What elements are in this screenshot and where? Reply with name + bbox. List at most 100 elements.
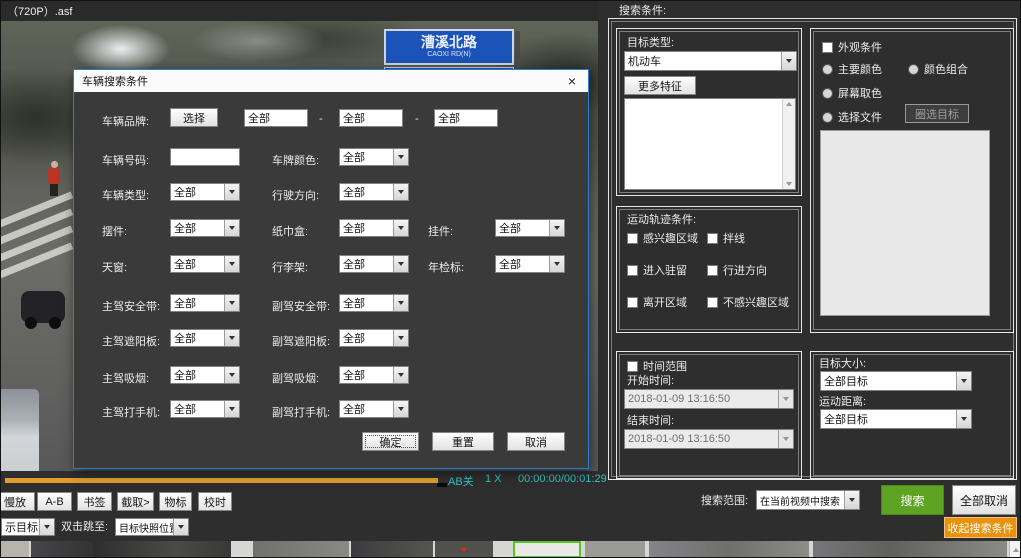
chevron-down-icon[interactable]	[224, 401, 239, 417]
checkbox-icon[interactable]	[707, 265, 718, 276]
chevron-down-icon[interactable]	[224, 295, 239, 311]
ok-button[interactable]: 确定	[362, 432, 419, 451]
results-thumbnail-strip[interactable]	[1, 541, 1009, 558]
chevron-down-icon[interactable]	[224, 330, 239, 346]
pendant-dropdown[interactable]: 全部	[495, 219, 565, 237]
checkbox-icon[interactable]	[627, 233, 638, 244]
chevron-down-icon[interactable]	[393, 401, 408, 417]
enter-stay-checkbox[interactable]: 进入驻留	[627, 262, 687, 278]
direction-dropdown[interactable]: 全部	[339, 183, 409, 201]
show-target-dropdown[interactable]: 示目标	[1, 518, 55, 536]
ornament-dropdown[interactable]: 全部	[170, 219, 240, 237]
passenger-visor-dropdown[interactable]: 全部	[339, 329, 409, 347]
inspection-dropdown[interactable]: 全部	[495, 255, 565, 273]
thumbnail[interactable]	[351, 541, 433, 558]
screen-pick-radio[interactable]: 屏幕取色	[822, 85, 882, 101]
passenger-belt-dropdown[interactable]: 全部	[339, 294, 409, 312]
target-type-dropdown[interactable]: 机动车	[624, 51, 797, 71]
chevron-down-icon[interactable]	[224, 256, 239, 272]
target-size-dropdown[interactable]: 全部目标	[820, 371, 972, 391]
thumbnail[interactable]	[93, 541, 231, 558]
appearance-checkbox[interactable]: 外观条件	[822, 39, 882, 55]
chevron-down-icon[interactable]	[549, 220, 564, 236]
radio-icon[interactable]	[822, 64, 833, 75]
chevron-down-icon[interactable]	[549, 256, 564, 272]
chevron-down-icon[interactable]	[393, 367, 408, 383]
checkbox-icon[interactable]	[707, 233, 718, 244]
chevron-down-icon[interactable]	[393, 295, 408, 311]
plate-color-dropdown[interactable]: 全部	[339, 148, 409, 166]
close-icon[interactable]: ×	[564, 74, 580, 88]
brand-select-button[interactable]: 选择	[170, 108, 218, 127]
thumbnail[interactable]	[31, 541, 93, 558]
chevron-down-icon[interactable]	[393, 220, 408, 236]
chevron-down-icon[interactable]	[781, 52, 796, 70]
tissue-box-dropdown[interactable]: 全部	[339, 219, 409, 237]
thumbnail[interactable]	[585, 541, 645, 558]
thumbnail[interactable]	[253, 541, 349, 558]
roi-checkbox[interactable]: 感兴趣区域	[627, 230, 698, 246]
color-combo-radio[interactable]: 颜色组合	[908, 61, 968, 77]
search-scope-dropdown[interactable]: 在当前视频中搜索	[756, 490, 860, 510]
leave-area-checkbox[interactable]: 离开区域	[627, 294, 687, 310]
select-file-radio[interactable]: 选择文件	[822, 109, 882, 125]
ab-repeat-button[interactable]: A-B	[37, 492, 72, 511]
more-features-button[interactable]: 更多特征	[624, 76, 696, 95]
collapse-conditions-button[interactable]: 收起搜索条件	[944, 517, 1017, 538]
travel-direction-checkbox[interactable]: 行进方向	[707, 262, 767, 278]
main-color-radio[interactable]: 主要颜色	[822, 61, 882, 77]
listbox-scrollbar[interactable]	[782, 99, 795, 189]
checkbox-icon[interactable]	[627, 297, 638, 308]
time-range-checkbox[interactable]: 时间范围	[627, 358, 687, 374]
driver-visor-dropdown[interactable]: 全部	[170, 329, 240, 347]
strip-scrollbar[interactable]	[1009, 541, 1021, 558]
vehicle-type-dropdown[interactable]: 全部	[170, 183, 240, 201]
progress-thumb[interactable]	[437, 483, 447, 487]
scroll-down-icon[interactable]	[786, 182, 792, 186]
playback-progress-bar[interactable]	[5, 478, 438, 483]
radio-icon[interactable]	[822, 88, 833, 99]
thumbnail[interactable]	[649, 541, 809, 558]
search-button[interactable]: 搜索	[881, 485, 944, 515]
rack-dropdown[interactable]: 全部	[339, 255, 409, 273]
thumbnail[interactable]	[1, 541, 29, 558]
scroll-up-icon[interactable]	[786, 102, 792, 106]
scroll-up-icon[interactable]	[1013, 548, 1019, 552]
checkbox-icon[interactable]	[627, 361, 638, 372]
chevron-down-icon[interactable]	[39, 519, 54, 535]
thumbnail-selected[interactable]	[513, 541, 581, 558]
slow-play-button[interactable]: 慢放	[0, 492, 35, 511]
brand-field-3[interactable]	[434, 109, 498, 127]
passenger-phone-dropdown[interactable]: 全部	[339, 400, 409, 418]
chevron-down-icon[interactable]	[173, 519, 188, 535]
chevron-down-icon[interactable]	[956, 372, 971, 390]
bookmark-button[interactable]: 书签	[77, 492, 112, 511]
sunroof-dropdown[interactable]: 全部	[170, 255, 240, 273]
checkbox-icon[interactable]	[707, 297, 718, 308]
chevron-down-icon[interactable]	[393, 256, 408, 272]
passenger-smoking-dropdown[interactable]: 全部	[339, 366, 409, 384]
chevron-down-icon[interactable]	[224, 184, 239, 200]
reset-button[interactable]: 重置	[432, 432, 494, 451]
driver-phone-dropdown[interactable]: 全部	[170, 400, 240, 418]
brand-field-2[interactable]	[339, 109, 403, 127]
capture-button[interactable]: 截取>	[117, 492, 154, 511]
chevron-down-icon[interactable]	[844, 491, 859, 509]
thumbnail[interactable]	[813, 541, 1007, 558]
brand-field-1[interactable]	[244, 109, 308, 127]
chevron-down-icon[interactable]	[393, 330, 408, 346]
chevron-down-icon[interactable]	[956, 410, 971, 428]
cancel-all-button[interactable]: 全部取消	[952, 485, 1016, 515]
dialog-title-bar[interactable]: 车辆搜索条件 ×	[74, 70, 588, 92]
checkbox-icon[interactable]	[627, 265, 638, 276]
chevron-down-icon[interactable]	[393, 184, 408, 200]
chevron-down-icon[interactable]	[224, 367, 239, 383]
time-sync-button[interactable]: 校时	[198, 492, 232, 511]
radio-icon[interactable]	[908, 64, 919, 75]
not-roi-checkbox[interactable]: 不感兴趣区域	[707, 294, 789, 310]
motion-distance-dropdown[interactable]: 全部目标	[820, 409, 972, 429]
chevron-down-icon[interactable]	[393, 149, 408, 165]
object-mark-button[interactable]: 物标	[159, 492, 192, 511]
thumbnail[interactable]	[435, 541, 493, 558]
radio-icon[interactable]	[822, 112, 833, 123]
